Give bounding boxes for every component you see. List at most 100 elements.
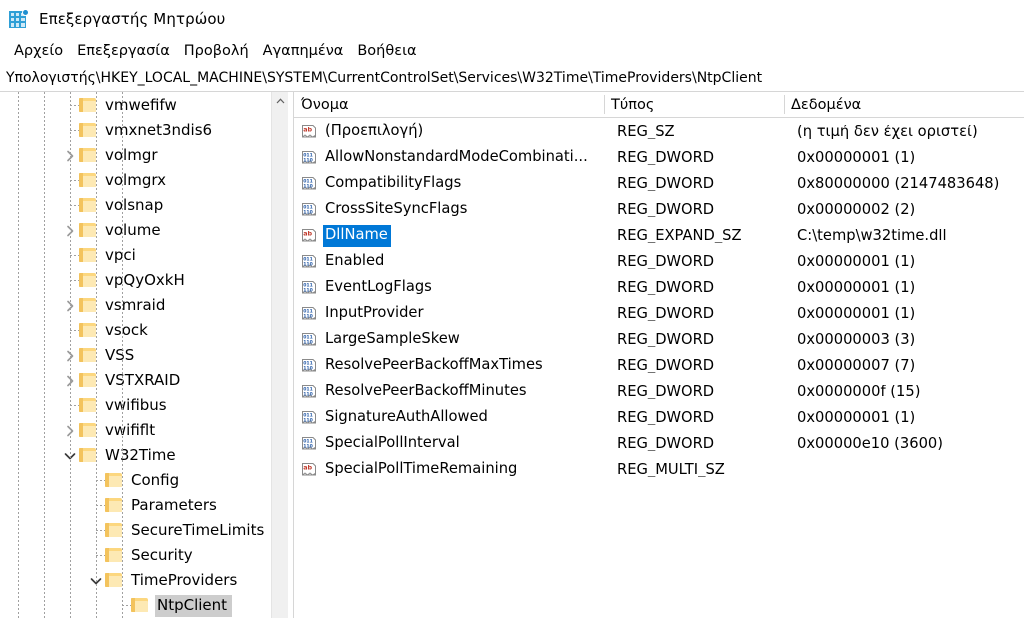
tree-item-label: volume xyxy=(105,220,161,239)
svg-text:110: 110 xyxy=(303,209,313,215)
value-row[interactable]: 011 110 ResolvePeerBackoffMinutes REG_DWORD… xyxy=(294,379,1024,405)
value-row[interactable]: 011 110 SpecialPollInterval REG_DWORD 0x0000… xyxy=(294,431,1024,457)
value-row[interactable]: 011 110 InputProvider REG_DWORD 0x00000001 (… xyxy=(294,301,1024,327)
tree-guide-connector xyxy=(122,605,131,606)
column-header-data[interactable]: Δεδομένα xyxy=(784,92,1024,117)
dword-value-icon: 011 110 xyxy=(301,358,317,374)
menu-item-edit[interactable]: Επεξεργασία xyxy=(70,41,177,62)
string-value-icon: ab xyxy=(301,228,317,244)
value-name-text: SpecialPollInterval xyxy=(325,434,460,452)
svg-text:110: 110 xyxy=(303,443,313,449)
value-name-cell: Enabled xyxy=(323,251,610,273)
svg-text:ab: ab xyxy=(303,464,312,472)
folder-icon xyxy=(105,573,122,588)
window-title: Επεξεργαστής Μητρώου xyxy=(39,10,226,28)
value-name-text: ResolvePeerBackoffMaxTimes xyxy=(325,356,543,374)
menu-item-file[interactable]: Αρχείο xyxy=(7,41,70,62)
folder-icon xyxy=(79,148,96,163)
tree-guide-connector xyxy=(70,180,79,181)
dword-value-icon: 011 110 xyxy=(301,306,317,322)
tree-item-label: Parameters xyxy=(131,495,217,514)
registry-editor-icon xyxy=(9,9,29,29)
value-type-cell: REG_DWORD xyxy=(617,280,715,296)
tree-item-label: vwifibus xyxy=(105,395,167,414)
folder-icon xyxy=(105,473,122,488)
folder-icon xyxy=(79,373,96,388)
tree-item-label: Security xyxy=(131,545,193,564)
folder-icon xyxy=(79,348,96,363)
folder-icon xyxy=(79,173,96,188)
value-type-cell: REG_DWORD xyxy=(617,176,715,192)
dword-value-icon: 011 110 xyxy=(301,254,317,270)
value-data-cell: 0x00000002 (2) xyxy=(797,202,916,218)
value-row[interactable]: 011 110 Enabled REG_DWORD 0x00000001 (1) xyxy=(294,249,1024,275)
tree-guide-connector xyxy=(70,105,79,106)
menu-item-favorites[interactable]: Αγαπημένα xyxy=(256,41,351,62)
menu-item-view[interactable]: Προβολή xyxy=(177,41,256,62)
folder-icon xyxy=(79,398,96,413)
value-row[interactable]: 011 110 LargeSampleSkew REG_DWORD 0x00000003… xyxy=(294,327,1024,353)
tree-item-label: vmxnet3ndis6 xyxy=(105,120,213,139)
tree-guide-connector xyxy=(70,405,79,406)
value-type-cell: REG_EXPAND_SZ xyxy=(617,228,742,244)
value-type-cell: REG_DWORD xyxy=(617,332,715,348)
tree-item-label: volmgrx xyxy=(105,170,166,189)
menu-bar: Αρχείο Επεξεργασία Προβολή Αγαπημένα Βοή… xyxy=(0,38,1024,65)
tree-item-label: TimeProviders xyxy=(131,570,238,589)
tree-item-label: Config xyxy=(131,470,180,489)
value-type-cell: REG_MULTI_SZ xyxy=(617,462,725,478)
tree-item-label: vwififlt xyxy=(105,420,156,439)
value-row[interactable]: 011 110 CrossSiteSyncFlags REG_DWORD 0x00000… xyxy=(294,197,1024,223)
svg-text:ab: ab xyxy=(303,230,312,238)
title-bar: Επεξεργαστής Μητρώου xyxy=(0,0,1024,38)
value-name-cell: ResolvePeerBackoffMinutes xyxy=(323,381,610,403)
svg-text:110: 110 xyxy=(303,261,313,267)
dword-value-icon: 011 110 xyxy=(301,436,317,452)
value-row[interactable]: ab (Προεπιλογή) REG_SZ (η τιμή δεν έχει ορι… xyxy=(294,119,1024,145)
value-name-text: SpecialPollTimeRemaining xyxy=(325,460,518,478)
value-row[interactable]: 011 110 CompatibilityFlags REG_DWORD 0x80000… xyxy=(294,171,1024,197)
main-content: vmwefifw vmxnet3ndis6 volmgr volmgrx volsnap… xyxy=(0,92,1024,618)
value-row[interactable]: 011 110 EventLogFlags REG_DWORD 0x00000001 (… xyxy=(294,275,1024,301)
tree-guide-connector xyxy=(70,130,79,131)
column-header-type[interactable]: Τύπος xyxy=(604,92,784,117)
svg-text:110: 110 xyxy=(303,287,313,293)
value-name-text: EventLogFlags xyxy=(325,278,432,296)
value-data-cell: 0x0000000f (15) xyxy=(797,384,921,400)
tree-guide-line xyxy=(44,92,45,618)
tree-vertical-scrollbar[interactable] xyxy=(271,92,288,618)
value-data-cell: 0x00000001 (1) xyxy=(797,410,916,426)
value-row[interactable]: 011 110 ResolvePeerBackoffMaxTimes REG_DWOR… xyxy=(294,353,1024,379)
value-name-text: SignatureAuthAllowed xyxy=(325,408,488,426)
tree-guide-connector xyxy=(70,205,79,206)
dword-value-icon: 011 110 xyxy=(301,176,317,192)
tree-item-label: vsmraid xyxy=(105,295,166,314)
svg-text:ab: ab xyxy=(303,126,312,134)
value-name-text: ResolvePeerBackoffMinutes xyxy=(325,382,527,400)
menu-item-help[interactable]: Βοήθεια xyxy=(350,41,423,62)
value-name-text: InputProvider xyxy=(325,304,424,322)
value-data-cell: (η τιμή δεν έχει οριστεί) xyxy=(797,124,978,140)
value-row[interactable]: 011 110 AllowNonstandardModeCombinati... RE… xyxy=(294,145,1024,171)
value-name-text: CrossSiteSyncFlags xyxy=(325,200,468,218)
tree-guide-line xyxy=(18,92,19,618)
svg-text:110: 110 xyxy=(303,157,313,163)
chevron-up-icon[interactable] xyxy=(272,92,288,109)
folder-icon xyxy=(105,548,122,563)
value-row[interactable]: ab SpecialPollTimeRemaining REG_MULTI_SZ xyxy=(294,457,1024,483)
value-row[interactable]: 011 110 SignatureAuthAllowed REG_DWORD 0x000… xyxy=(294,405,1024,431)
column-header-name[interactable]: Όνομα xyxy=(294,92,604,117)
folder-icon xyxy=(105,523,122,538)
svg-text:110: 110 xyxy=(303,365,313,371)
value-name-text: Enabled xyxy=(325,252,385,270)
tree-guide-connector xyxy=(70,330,79,331)
value-row-selected[interactable]: ab DllName REG_EXPAND_SZ C:\temp\w32time.dl… xyxy=(294,223,1024,249)
value-data-cell: 0x00000001 (1) xyxy=(797,306,916,322)
address-bar[interactable]: Υπολογιστής\HKEY_LOCAL_MACHINE\SYSTEM\Cu… xyxy=(0,65,1024,92)
value-name-cell: LargeSampleSkew xyxy=(323,329,610,351)
value-data-cell: 0x00000001 (1) xyxy=(797,280,916,296)
tree-guide-connector xyxy=(96,505,105,506)
registry-tree-pane[interactable]: vmwefifw vmxnet3ndis6 volmgr volmgrx volsnap… xyxy=(0,92,288,618)
value-data-cell: 0x80000000 (2147483648) xyxy=(797,176,1000,192)
value-name-cell: DllName xyxy=(323,225,610,247)
